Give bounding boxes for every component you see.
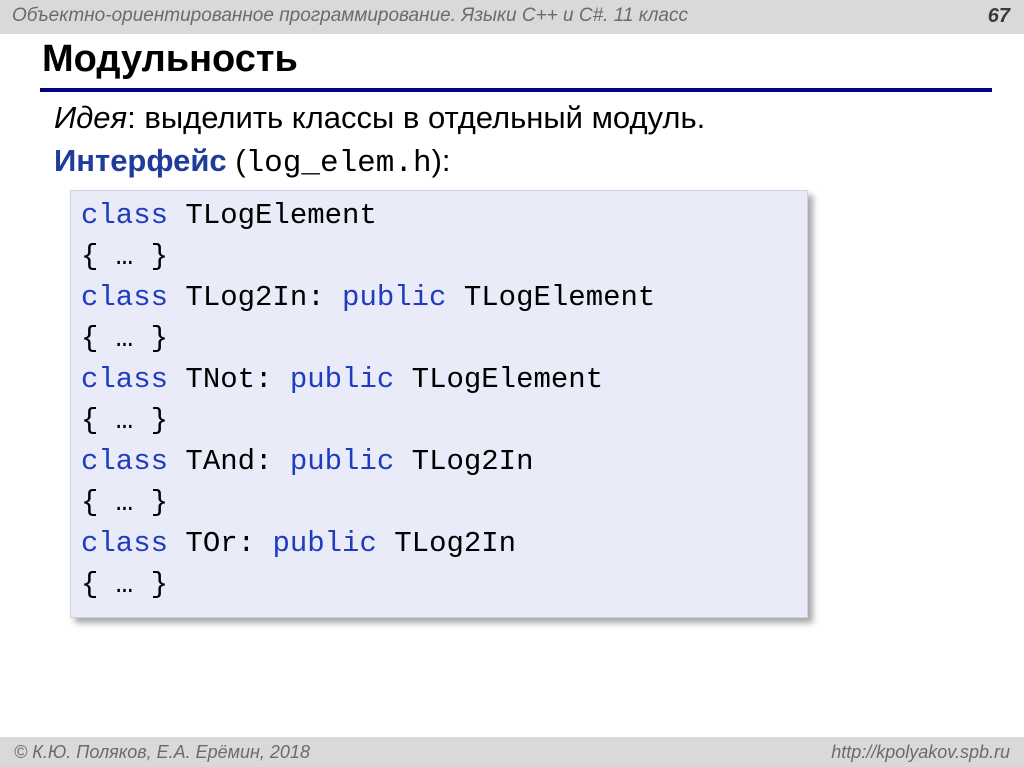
copyright-text: © К.Ю. Поляков, Е.А. Ерёмин, 2018: [14, 742, 310, 762]
code-line: { … }: [81, 240, 168, 273]
code-class-body: { … }: [81, 404, 169, 437]
code-keyword-public: public: [289, 445, 395, 478]
code-keyword-class: class: [81, 527, 169, 560]
slide: Объектно-ориентированное программировани…: [0, 0, 1024, 767]
code-base-class: TLogElement: [394, 363, 604, 396]
code-line: class TNot: public TLogElement: [81, 363, 603, 396]
code-line: class TOr: public TLog2In: [81, 527, 516, 560]
course-title: Объектно-ориентированное программировани…: [12, 5, 688, 26]
code-keyword-class: class: [81, 363, 169, 396]
interface-filename: log_elem.h: [245, 146, 432, 181]
code-keyword-public: public: [342, 281, 447, 314]
code-base-class: TLog2In: [394, 445, 534, 478]
idea-label: Идея: [54, 100, 128, 135]
slide-title: Модульность: [42, 38, 298, 80]
code-class-body: { … }: [81, 322, 169, 355]
code-line: { … }: [81, 322, 168, 355]
code-class-name: TLogElement: [168, 199, 377, 232]
code-line: class TLog2In: public TLogElement: [81, 281, 655, 314]
interface-line: Интерфейс (log_elem.h):: [54, 143, 451, 181]
code-class-body: { … }: [81, 568, 169, 601]
interface-open-paren: (: [226, 143, 246, 178]
code-base-class: TLogElement: [446, 281, 656, 314]
title-divider: [40, 88, 992, 92]
code-line: { … }: [81, 486, 168, 519]
site-url-link[interactable]: http://kpolyakov.spb.ru: [831, 742, 1010, 763]
code-keyword-public: public: [272, 527, 377, 560]
code-class-body: { … }: [81, 240, 169, 273]
code-keyword-class: class: [81, 281, 169, 314]
code-class-name: TAnd:: [168, 445, 290, 478]
code-block: class TLogElement { … } class TLog2In: p…: [70, 190, 808, 618]
code-line: { … }: [81, 404, 168, 437]
code-keyword-class: class: [81, 445, 169, 478]
code-keyword-public: public: [289, 363, 395, 396]
code-line: class TLogElement: [81, 199, 377, 232]
code-base-class: TLog2In: [376, 527, 517, 560]
code-class-name: TLog2In:: [168, 281, 343, 314]
code-keyword-class: class: [81, 199, 169, 232]
footer-bar: © К.Ю. Поляков, Е.А. Ерёмин, 2018 http:/…: [0, 737, 1024, 767]
code-line: { … }: [81, 568, 168, 601]
code-class-body: { … }: [81, 486, 169, 519]
code-class-name: TNot:: [168, 363, 290, 396]
header-bar: Объектно-ориентированное программировани…: [0, 0, 1024, 34]
page-number: 67: [987, 5, 1010, 27]
idea-line: Идея: выделить классы в отдельный модуль…: [54, 100, 705, 136]
interface-label: Интерфейс: [54, 143, 227, 178]
code-line: class TAnd: public TLog2In: [81, 445, 534, 478]
idea-text: : выделить классы в отдельный модуль.: [127, 100, 706, 135]
interface-close-paren: ):: [431, 143, 451, 178]
code-class-name: TOr:: [168, 527, 273, 560]
